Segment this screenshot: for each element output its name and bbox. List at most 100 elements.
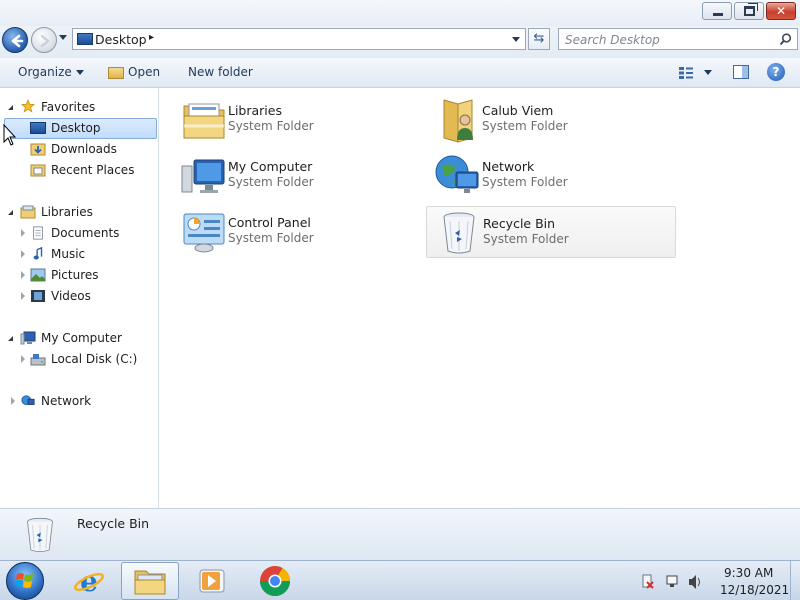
nav-favorites[interactable]: Favorites: [0, 97, 157, 117]
nav-item-label: Videos: [51, 289, 91, 303]
close-button[interactable]: ✕: [766, 2, 796, 20]
expand-arrow-icon[interactable]: [21, 292, 25, 300]
search-icon[interactable]: [779, 33, 792, 46]
tray-icons: [642, 574, 700, 589]
title-bar: ✕: [0, 0, 800, 26]
nav-my-computer[interactable]: My Computer: [0, 328, 157, 348]
computer-icon: [181, 159, 225, 193]
item-my-computer[interactable]: My Computer System Folder: [172, 150, 422, 202]
collapse-arrow-icon[interactable]: [8, 105, 13, 110]
organize-label: Organize: [18, 65, 72, 79]
item-control-panel[interactable]: Control Panel System Folder: [172, 206, 422, 258]
nav-network[interactable]: Network: [0, 391, 157, 411]
taskbar-internet-explorer[interactable]: e: [60, 562, 118, 600]
internet-explorer-icon: e: [73, 565, 105, 598]
item-name: Network: [482, 159, 535, 174]
search-placeholder: Search Desktop: [565, 33, 660, 47]
computer-icon: [20, 331, 36, 345]
desktop-icon: [77, 33, 93, 45]
start-button[interactable]: [6, 562, 44, 600]
svg-text:e: e: [80, 565, 98, 598]
nav-libraries-label: Libraries: [41, 205, 93, 219]
chevron-right-icon[interactable]: ▸: [149, 32, 154, 43]
action-center-icon[interactable]: [642, 574, 654, 589]
new-folder-button[interactable]: New folder: [188, 65, 253, 79]
refresh-button[interactable]: ⇆: [528, 28, 550, 50]
expand-arrow-icon[interactable]: [21, 271, 25, 279]
taskbar-media-player[interactable]: [182, 562, 240, 600]
expand-arrow-icon[interactable]: [21, 355, 25, 363]
open-folder-icon: [108, 66, 124, 79]
desktop-icon: [30, 122, 46, 134]
item-type: System Folder: [228, 231, 314, 245]
address-bar[interactable]: Desktop ▸: [72, 28, 526, 50]
show-desktop-button[interactable]: [790, 561, 800, 600]
nav-item-music[interactable]: Music: [0, 244, 157, 264]
expand-arrow-icon[interactable]: [21, 229, 25, 237]
expand-arrow-icon[interactable]: [21, 250, 25, 258]
nav-item-recent-places[interactable]: Recent Places: [0, 160, 157, 180]
clock-time[interactable]: 9:30 AM: [724, 566, 773, 580]
hard-disk-icon: [30, 354, 46, 366]
control-panel-icon: [183, 213, 225, 253]
nav-item-videos[interactable]: Videos: [0, 286, 157, 306]
nav-item-label: Desktop: [51, 121, 101, 135]
minimize-button[interactable]: [702, 2, 732, 20]
nav-item-label: Music: [51, 247, 86, 261]
maximize-button[interactable]: [734, 2, 764, 20]
nav-item-pictures[interactable]: Pictures: [0, 265, 157, 285]
details-pane: Recycle Bin: [0, 508, 800, 560]
item-type: System Folder: [482, 175, 568, 189]
item-user-folder[interactable]: Calub Viem System Folder: [426, 94, 676, 146]
item-type: System Folder: [228, 175, 314, 189]
open-button[interactable]: Open: [108, 65, 160, 79]
nav-favorites-label: Favorites: [41, 100, 96, 114]
media-player-icon: [199, 569, 225, 593]
collapse-arrow-icon[interactable]: [8, 210, 13, 215]
open-label: Open: [128, 65, 161, 79]
back-button[interactable]: [2, 27, 28, 53]
pictures-icon: [30, 268, 46, 282]
item-name: Calub Viem: [482, 103, 554, 118]
user-folder-icon: [443, 99, 473, 143]
volume-icon[interactable]: [689, 575, 700, 589]
address-dropdown-button[interactable]: [512, 37, 520, 42]
help-icon[interactable]: ?: [767, 63, 785, 81]
forward-button[interactable]: [31, 27, 57, 53]
address-row: Desktop ▸ ⇆ Search Desktop: [0, 26, 800, 58]
libraries-icon: [183, 103, 225, 139]
recent-places-icon: [30, 164, 46, 177]
taskbar-chrome[interactable]: [246, 562, 304, 600]
item-libraries[interactable]: Libraries System Folder: [172, 94, 422, 146]
views-icon[interactable]: [678, 66, 694, 80]
item-recycle-bin[interactable]: Recycle Bin System Folder: [426, 206, 676, 258]
address-location[interactable]: Desktop: [95, 32, 147, 47]
recycle-bin-icon: [27, 517, 53, 553]
item-type: System Folder: [482, 119, 568, 133]
command-bar: Organize Open New folder ?: [0, 58, 800, 88]
folder-icon: [134, 570, 166, 595]
documents-icon: [33, 226, 43, 240]
collapse-arrow-icon[interactable]: [8, 336, 13, 341]
preview-pane-icon[interactable]: [733, 65, 749, 79]
taskbar-windows-explorer[interactable]: [121, 562, 179, 600]
recent-pages-dropdown[interactable]: [59, 35, 67, 40]
views-dropdown-button[interactable]: [704, 70, 712, 75]
clock-date[interactable]: 12/18/2021: [720, 583, 789, 597]
expand-arrow-icon[interactable]: [11, 397, 15, 405]
libraries-icon: [20, 205, 36, 219]
organize-button[interactable]: Organize: [18, 65, 84, 79]
network-status-icon[interactable]: [666, 575, 678, 587]
nav-libraries[interactable]: Libraries: [0, 202, 157, 222]
item-network[interactable]: Network System Folder: [426, 150, 676, 202]
nav-item-documents[interactable]: Documents: [0, 223, 157, 243]
nav-item-downloads[interactable]: Downloads: [0, 139, 157, 159]
chevron-down-icon: [75, 70, 84, 75]
nav-item-local-disk[interactable]: Local Disk (C:): [0, 349, 157, 369]
item-type: System Folder: [483, 232, 569, 246]
restore-icon: [744, 3, 758, 16]
star-icon: [20, 99, 36, 113]
downloads-folder-icon: [30, 143, 46, 156]
nav-item-desktop[interactable]: Desktop: [0, 118, 157, 139]
search-input[interactable]: Search Desktop: [558, 28, 798, 50]
